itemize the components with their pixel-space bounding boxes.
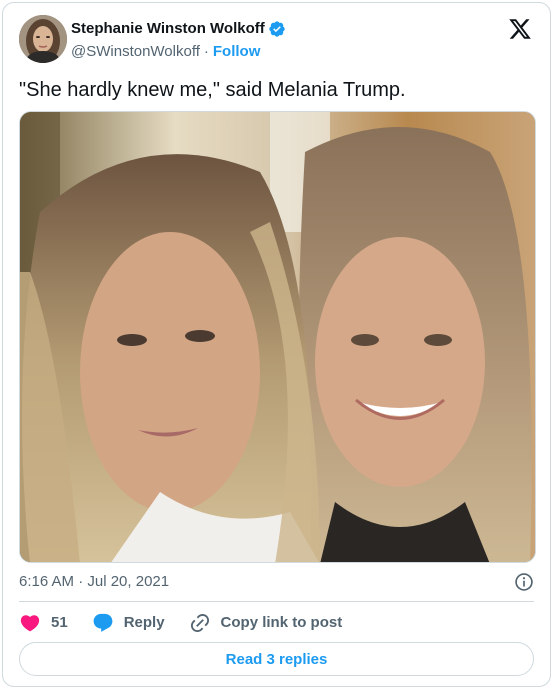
link-icon <box>189 612 211 634</box>
copy-link-label: Copy link to post <box>220 614 343 631</box>
separator: · <box>203 43 209 60</box>
like-button[interactable]: 51 <box>19 611 68 635</box>
heart-icon <box>19 612 41 634</box>
author-display-name[interactable]: Stephanie Winston Wolkoff <box>71 19 265 39</box>
timestamp-row: 6:16 AM · Jul 20, 2021 <box>19 571 534 593</box>
read-replies-button[interactable]: Read 3 replies <box>19 642 534 676</box>
copy-link-button[interactable]: Copy link to post <box>189 611 343 635</box>
post-text: "She hardly knew me," said Melania Trump… <box>19 79 406 101</box>
info-icon[interactable] <box>514 572 534 592</box>
author-handle[interactable]: @SWinstonWolkoff <box>71 42 200 62</box>
reply-label: Reply <box>123 614 165 631</box>
speech-bubble-icon <box>92 612 114 634</box>
divider <box>19 601 534 602</box>
x-logo-icon[interactable] <box>508 17 532 41</box>
avatar[interactable] <box>19 15 67 63</box>
verified-badge-icon <box>268 20 286 38</box>
post-header: Stephanie Winston Wolkoff @SWinstonWolko… <box>19 15 534 67</box>
reply-button[interactable]: Reply <box>92 611 165 635</box>
post-timestamp[interactable]: 6:16 AM · Jul 20, 2021 <box>19 573 169 590</box>
name-row: Stephanie Winston Wolkoff <box>71 19 286 39</box>
post-photo[interactable] <box>19 111 536 563</box>
action-bar: 51 Reply Copy link to post <box>19 611 366 635</box>
embedded-post-card: Stephanie Winston Wolkoff @SWinstonWolko… <box>2 2 551 687</box>
like-count: 51 <box>51 614 68 631</box>
follow-button[interactable]: Follow <box>213 42 261 62</box>
handle-row: @SWinstonWolkoff · Follow <box>71 42 260 62</box>
